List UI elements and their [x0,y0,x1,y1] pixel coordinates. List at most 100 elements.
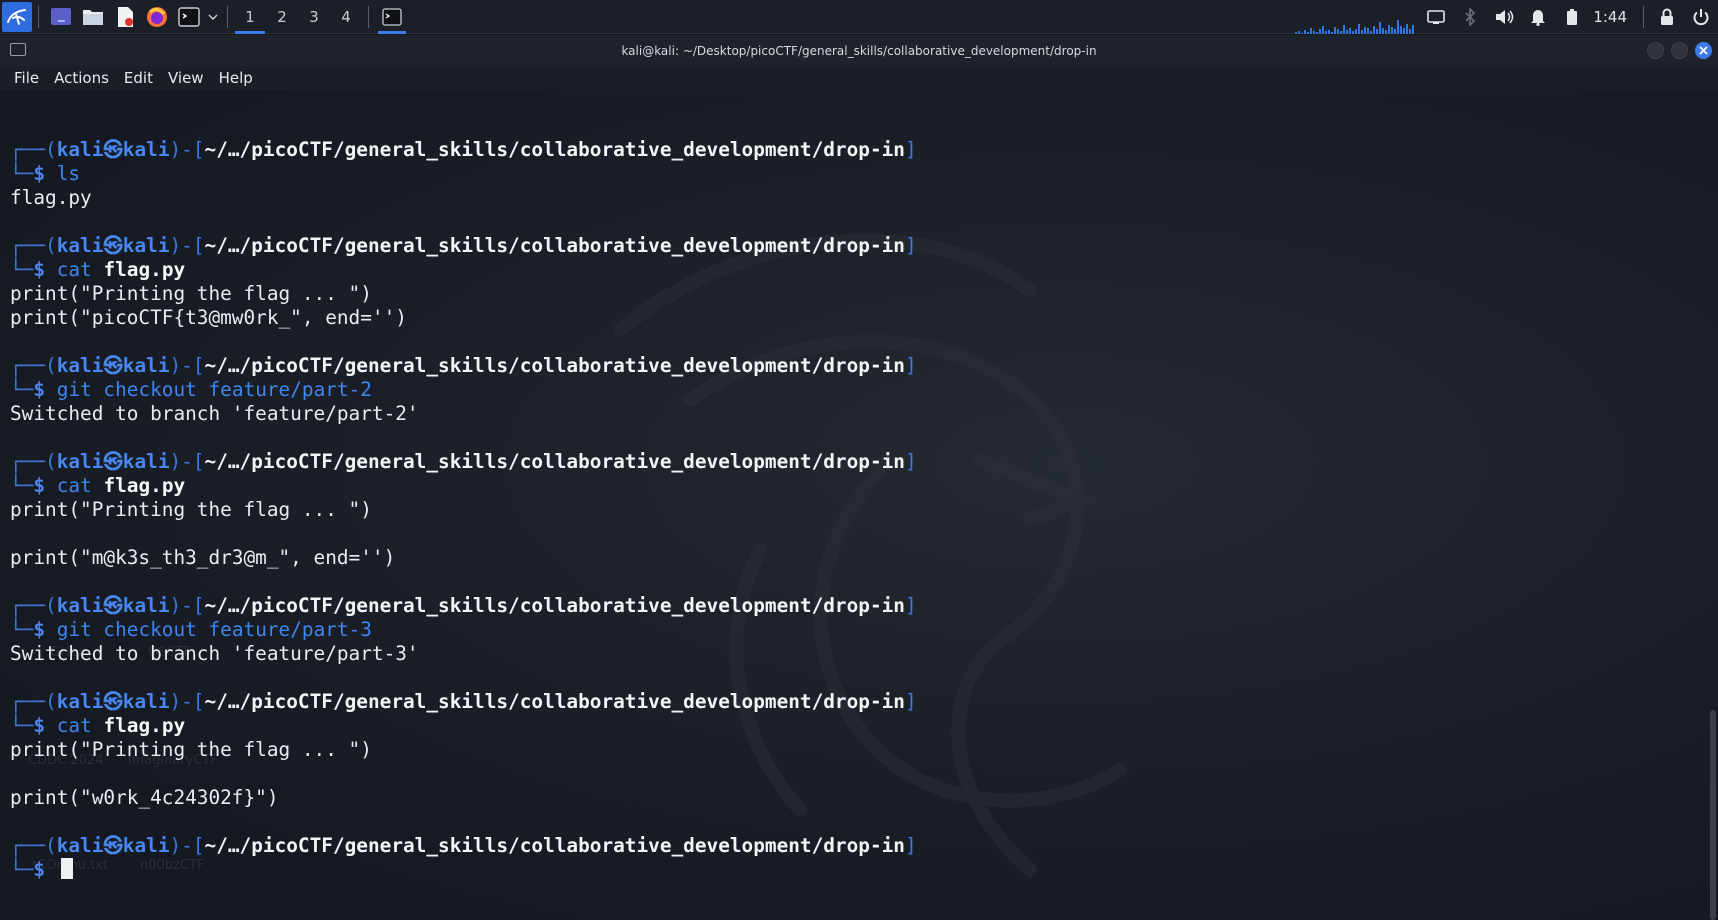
maximize-button[interactable] [1671,42,1688,59]
terminal-scrollbar[interactable] [1710,710,1716,920]
command-line: └─$ [10,858,917,882]
network-graph [1295,20,1414,34]
desktop-icon[interactable] [49,5,73,29]
notification-icon[interactable] [1525,0,1551,34]
prompt-line: ┌──(kali㉿kali)-[~/…/picoCTF/general_skil… [10,138,917,162]
prompt-user: kali [56,834,104,857]
prompt-dollar: $ [33,378,46,401]
terminal-icon [382,7,402,26]
firefox-icon[interactable] [145,5,169,29]
prompt-host: kali [122,354,170,377]
prompt-line: ┌──(kali㉿kali)-[~/…/picoCTF/general_skil… [10,354,917,378]
prompt-corner: └─ [10,474,34,497]
command-argument: flag.py [103,258,186,281]
output-line: Switched to branch 'feature/part-3' [10,642,419,665]
window-titlebar[interactable]: kali@kali: ~/Desktop/picoCTF/general_ski… [0,35,1718,66]
volume-icon[interactable] [1491,0,1517,34]
taskbar-separator [38,5,39,28]
taskbar-terminal-window[interactable] [375,0,409,34]
prompt-bracket: ] [904,594,917,617]
output-line: print("Printing the flag ... ") [10,282,372,305]
clock[interactable]: 1:44 [1593,8,1627,26]
prompt-host: kali [122,834,170,857]
prompt-path: ~/…/picoCTF/general_skills/collaborative… [204,354,905,377]
workspace-2[interactable]: 2 [266,0,298,34]
output-line: print("picoCTF{t3@mw0rk_", end='') [10,306,407,329]
prompt-at-symbol: ㉿ [103,690,123,713]
screen-icon[interactable] [1423,0,1449,34]
prompt-path: ~/…/picoCTF/general_skills/collaborative… [204,138,905,161]
prompt-path: ~/…/picoCTF/general_skills/collaborative… [204,234,905,257]
menu-help[interactable]: Help [212,69,260,87]
chevron-down-icon[interactable] [207,5,219,29]
command-text: git checkout feature/part-2 [56,378,372,401]
prompt-line: ┌──(kali㉿kali)-[~/…/picoCTF/general_skil… [10,450,917,474]
workspace-4[interactable]: 4 [330,0,362,34]
terminal-cursor[interactable] [60,858,73,879]
prompt-at-symbol: ㉿ [103,138,123,161]
prompt-bracket: )-[ [169,450,205,473]
bluetooth-icon[interactable] [1457,0,1483,34]
menu-actions[interactable]: Actions [47,69,116,87]
power-icon[interactable] [1688,0,1714,34]
output-line: print("Printing the flag ... ") [10,498,372,521]
lock-icon[interactable] [1654,0,1680,34]
text-editor-icon[interactable] [113,5,137,29]
command-text: ls [56,162,81,185]
command-text: cat [56,714,92,737]
minimize-button[interactable] [1647,42,1664,59]
prompt-bracket: )-[ [169,138,205,161]
workspace-1[interactable]: 1 [234,0,266,34]
prompt-corner: └─ [10,378,34,401]
menu-edit[interactable]: Edit [117,69,160,87]
menu-file[interactable]: File [7,69,46,87]
workspace-3[interactable]: 3 [298,0,330,34]
prompt-at-symbol: ㉿ [103,450,123,473]
prompt-corner: ┌──( [10,690,57,713]
prompt-user: kali [56,690,104,713]
prompt-bracket: ] [904,690,917,713]
prompt-bracket: ] [904,450,917,473]
prompt-path: ~/…/picoCTF/general_skills/collaborative… [204,450,905,473]
prompt-bracket: )-[ [169,594,205,617]
menubar: File Actions Edit View Help [0,66,1718,90]
prompt-bracket: ] [904,234,917,257]
command-argument: flag.py [103,714,186,737]
prompt-user: kali [56,138,104,161]
command-argument: flag.py [103,474,186,497]
prompt-corner: ┌──( [10,834,57,857]
command-text: cat [56,474,92,497]
output-line: print("Printing the flag ... ") [10,738,372,761]
command-line: └─$ git checkout feature/part-3 [10,618,917,642]
battery-icon[interactable] [1559,0,1585,34]
terminal-icon[interactable] [177,5,201,29]
prompt-user: kali [56,354,104,377]
command-text: cat [56,258,92,281]
terminal-area[interactable]: GHex OSCTF CDDC 2024 imaginaryCTF rCOryn… [0,90,1718,920]
window-terminal-icon[interactable] [10,43,26,56]
prompt-host: kali [122,594,170,617]
prompt-bracket: )-[ [169,234,205,257]
prompt-dollar: $ [33,258,46,281]
prompt-dollar: $ [33,714,46,737]
command-line: └─$ cat flag.py [10,258,917,282]
close-button[interactable] [1695,42,1712,59]
menu-view[interactable]: View [161,69,211,87]
terminal-output[interactable]: ┌──(kali㉿kali)-[~/…/picoCTF/general_skil… [10,114,917,882]
file-manager-icon[interactable] [81,5,105,29]
prompt-corner: └─ [10,258,34,281]
taskbar-separator [1643,6,1644,28]
kali-menu-icon[interactable] [2,1,32,32]
output-line: print("w0rk_4c24302f}") [10,786,279,809]
